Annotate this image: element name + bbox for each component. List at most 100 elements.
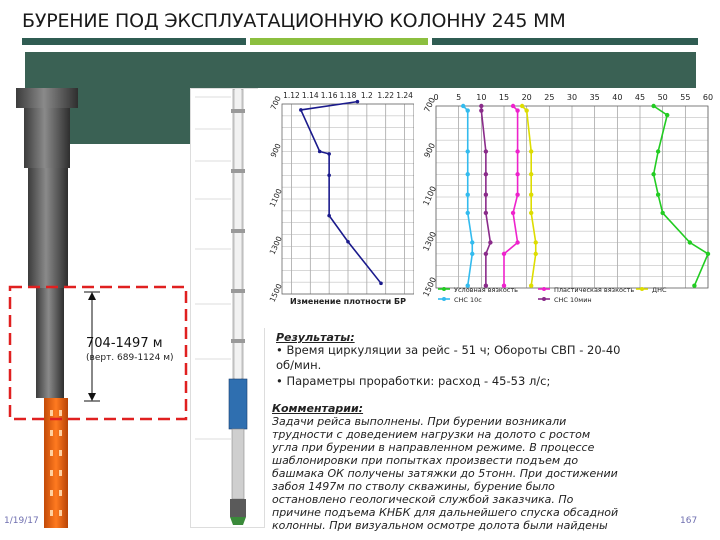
data-point [483,149,489,154]
data-point [651,172,656,177]
casing-upper [24,108,70,168]
x-tick-label: 55 [680,93,690,102]
legend-label: Пластическая вязкость [554,286,634,294]
data-point [660,210,665,216]
legend-marker [640,287,644,291]
x-tick-label: 10 [476,93,486,102]
data-point [533,251,538,257]
x-tick-label: 45 [635,93,645,102]
x-tick-label: 35 [590,93,600,102]
x-tick-label: 1.12 [283,91,300,100]
legend-label: СНС 10с [454,296,482,304]
data-point [346,239,350,244]
legend-marker [542,297,546,301]
legend-label: СНС 10мин [554,296,592,304]
x-tick-label: 1.14 [302,91,319,100]
data-point [529,210,534,216]
data-point [529,172,534,177]
accent-bar-dark-right [432,38,698,45]
results-line-1: • Время циркуляции за рейс - 51 ч; Оборо… [276,343,621,357]
data-point [465,172,470,177]
data-point [465,108,470,113]
data-point [299,108,303,112]
accent-bar-green [250,38,428,45]
interval-sub-label: (верт. 689-1124 м) [86,353,174,363]
comments-heading: Комментарии: [272,402,364,415]
data-point [327,152,331,156]
casing-lower [36,288,64,398]
data-point [515,240,520,245]
data-point [483,251,489,257]
data-point [515,108,520,113]
data-point [327,173,331,178]
data-point [651,103,656,109]
data-point [515,172,520,177]
casing-top [16,88,78,108]
series-line [299,100,382,284]
rheology-chart: 0 5 10 15 20 25 30 35 40 45 50 55 607009001100130015… [414,88,714,310]
slide-date: 1/19/17 [4,516,39,526]
x-tick-label: 40 [612,93,622,102]
data-point [529,192,534,197]
casing-illustration [8,88,188,528]
data-point [524,108,529,113]
data-point [705,251,711,257]
y-tick-label: 700 [269,94,283,111]
well-schematic [190,88,265,528]
data-point [529,149,534,154]
x-tick-label: 1.22 [377,91,394,100]
chart-title: Изменение плотности БР [290,297,406,306]
data-point [317,149,322,154]
legend-label: Условная вязкость [454,286,518,294]
comment-line: причине подъема КНБК для дальнейшего спу… [272,506,619,519]
data-point [465,210,470,216]
density-chart: 1.12 1.14 1.16 1.18 1.2 1.22 1.24 700 900 1100 130… [258,88,418,328]
data-point [483,210,489,216]
data-point [483,172,489,177]
legend-marker [442,287,446,291]
data-point [465,149,470,154]
data-point [470,251,475,257]
results-line-2: • Параметры проработки: расход - 45-53 л… [276,374,551,388]
data-point [488,240,493,245]
series-line [521,105,537,286]
x-tick-label: 20 [522,93,532,102]
data-point [510,103,516,109]
data-point [465,192,470,197]
comment-line: забоя 1497м по стволу скважины, бурение … [272,480,555,493]
comment-line: колонны. При визуальном осмотре долота б… [272,519,608,532]
x-tick-label: 25 [544,93,554,102]
data-point [355,99,360,104]
data-point [501,251,507,257]
x-tick-label: 60 [703,93,713,102]
data-point [529,283,534,288]
legend-marker [442,297,446,301]
series-line [652,105,710,287]
data-point [515,192,520,197]
legend-marker [542,287,546,291]
series-line [503,105,519,286]
x-tick-label: 30 [567,93,577,102]
accent-bar-dark-left [22,38,246,45]
data-point [692,283,697,288]
comment-line: трудности с доведением нагрузки на долот… [272,428,591,441]
x-tick-label: 1.2 [361,91,373,100]
data-point [379,281,383,286]
data-point [510,210,516,216]
slide-number: 167 [680,516,698,526]
drill-string-diagram [195,88,248,525]
x-tick-label: 15 [499,93,509,102]
y-tick-label: 1300 [268,235,284,256]
data-point [461,103,466,109]
comment-line: Задачи рейса выполнены. При бурении возн… [272,415,567,428]
data-point [655,192,661,197]
x-tick-label: 1.16 [321,91,338,100]
legend-label: ДНС [652,286,667,294]
interval-label: 704-1497 м [86,336,163,351]
data-point [515,149,520,154]
x-tick-label: 5 [456,93,461,102]
comment-line: угла при бурении в направленном режиме. … [272,441,595,454]
y-tick-label: 900 [422,142,437,160]
open-hole-section [44,398,68,528]
data-point [479,108,484,113]
